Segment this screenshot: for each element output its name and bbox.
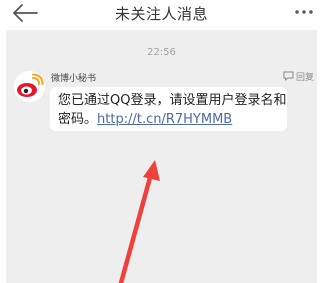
weibo-logo-icon bbox=[14, 71, 45, 102]
message-text-line1: 您已通过QQ登录，请设置用户登录名和 bbox=[58, 93, 287, 108]
message-timestamp: 22:56 bbox=[147, 47, 176, 58]
reply-icon bbox=[283, 71, 294, 81]
more-button[interactable] bbox=[291, 0, 317, 30]
message-link[interactable]: http://t.cn/R7HYMMB bbox=[97, 112, 232, 127]
top-bar: 未关注人消息 bbox=[0, 0, 323, 30]
sender-name: 微博小秘书 bbox=[51, 74, 97, 84]
reply-label: 回复 bbox=[295, 72, 314, 83]
avatar[interactable] bbox=[14, 71, 45, 102]
message-text-prefix: 密码。 bbox=[58, 112, 98, 127]
message-bubble[interactable]: 您已通过QQ登录，请设置用户登录名和 密码。http://t.cn/R7HYMM… bbox=[50, 87, 287, 131]
page-title: 未关注人消息 bbox=[114, 5, 208, 23]
message-text-line2: 密码。http://t.cn/R7HYMMB bbox=[58, 112, 232, 128]
chat-area[interactable]: 22:56 微博小秘书 回复 您已通过QQ登录，请设置用户登录名和 密码。htt… bbox=[6, 30, 317, 283]
reply-button[interactable]: 回复 bbox=[283, 70, 314, 83]
more-dots-icon bbox=[295, 10, 313, 14]
